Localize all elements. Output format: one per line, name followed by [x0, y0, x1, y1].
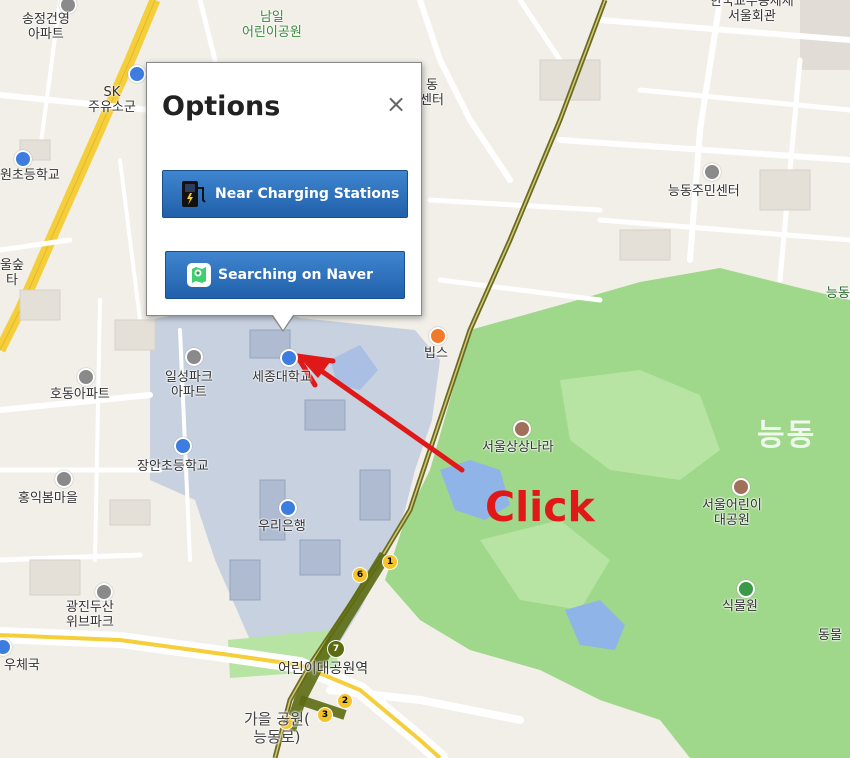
station-exit-3: 3 — [317, 707, 333, 723]
apartment-icon — [77, 368, 95, 386]
building-icon — [95, 583, 113, 601]
label-ulsup: 울숲 타 — [0, 258, 24, 288]
botanical-garden-icon — [737, 580, 755, 598]
building-icon — [55, 470, 73, 488]
label-dong-center: 동 센터 — [420, 78, 444, 108]
park-icon — [732, 478, 750, 496]
label-ilsung-park-apt: 일성파크 아파트 — [165, 370, 213, 400]
landmark-icon — [513, 420, 531, 438]
university-icon[interactable] — [280, 349, 298, 367]
school-icon — [14, 150, 32, 168]
label-childrens-park-station: 어린이대공원역 — [278, 661, 369, 677]
options-popup: Options × Near Charging Stations Searchi… — [146, 62, 422, 332]
click-annotation: Click — [485, 483, 595, 531]
label-neungdong-area: 능동 — [757, 418, 817, 453]
searching-on-naver-button[interactable]: Searching on Naver — [165, 251, 405, 299]
close-icon[interactable]: × — [385, 92, 407, 116]
label-post-office: 우체국 — [4, 658, 40, 673]
bank-icon — [279, 499, 297, 517]
ev-charger-icon — [181, 180, 207, 208]
near-charging-stations-button[interactable]: Near Charging Stations — [162, 170, 408, 218]
label-dongmul: 동물 — [818, 628, 842, 643]
button-label: Near Charging Stations — [215, 186, 400, 202]
label-bibs: 빕스 — [424, 346, 448, 361]
label-namil-park: 남일 어린이공원 — [242, 10, 302, 40]
label-neung-edge: 능동 — [826, 286, 850, 301]
label-gaeul-street: 가을 공원( 능동로) — [244, 710, 310, 746]
naver-map-icon — [186, 261, 212, 289]
label-botanical-garden: 식물원 — [722, 599, 758, 614]
popup-title: Options — [162, 91, 281, 122]
label-sejong-univ[interactable]: 세종대학교 — [252, 370, 312, 385]
label-seoul-sangsang: 서울상상나라 — [482, 440, 554, 455]
label-woori-bank: 우리은행 — [258, 519, 306, 534]
button-label: Searching on Naver — [218, 267, 374, 283]
label-school: 원초등학교 — [0, 168, 60, 183]
label-sk-station: SK 주유소군 — [88, 85, 136, 115]
gas-station-icon — [128, 65, 146, 83]
label-kfb-hall: 한국교수동제재 서울회관 — [710, 0, 794, 24]
school-icon — [174, 437, 192, 455]
station-exit-1: 1 — [382, 554, 398, 570]
restaurant-icon — [429, 327, 447, 345]
label-neungdong-center: 능동주민센터 — [668, 184, 740, 199]
station-exit-6: 6 — [352, 567, 368, 583]
building-icon — [185, 348, 203, 366]
line-7-badge: 7 — [327, 640, 345, 658]
label-hongik-village: 홍익봄마을 — [18, 491, 78, 506]
label-childrens-grand-park: 서울어린이 대공원 — [702, 498, 762, 528]
label-gwangjin-dusan: 광진두산 위브파크 — [66, 600, 114, 630]
label-jangan-school: 장안초등학교 — [137, 459, 209, 474]
community-center-icon — [703, 163, 721, 181]
label-songjeong-apt: 송정건영 아파트 — [22, 12, 70, 42]
station-exit-2: 2 — [337, 693, 353, 709]
label-hodong-apt: 호동아파트 — [50, 387, 110, 402]
